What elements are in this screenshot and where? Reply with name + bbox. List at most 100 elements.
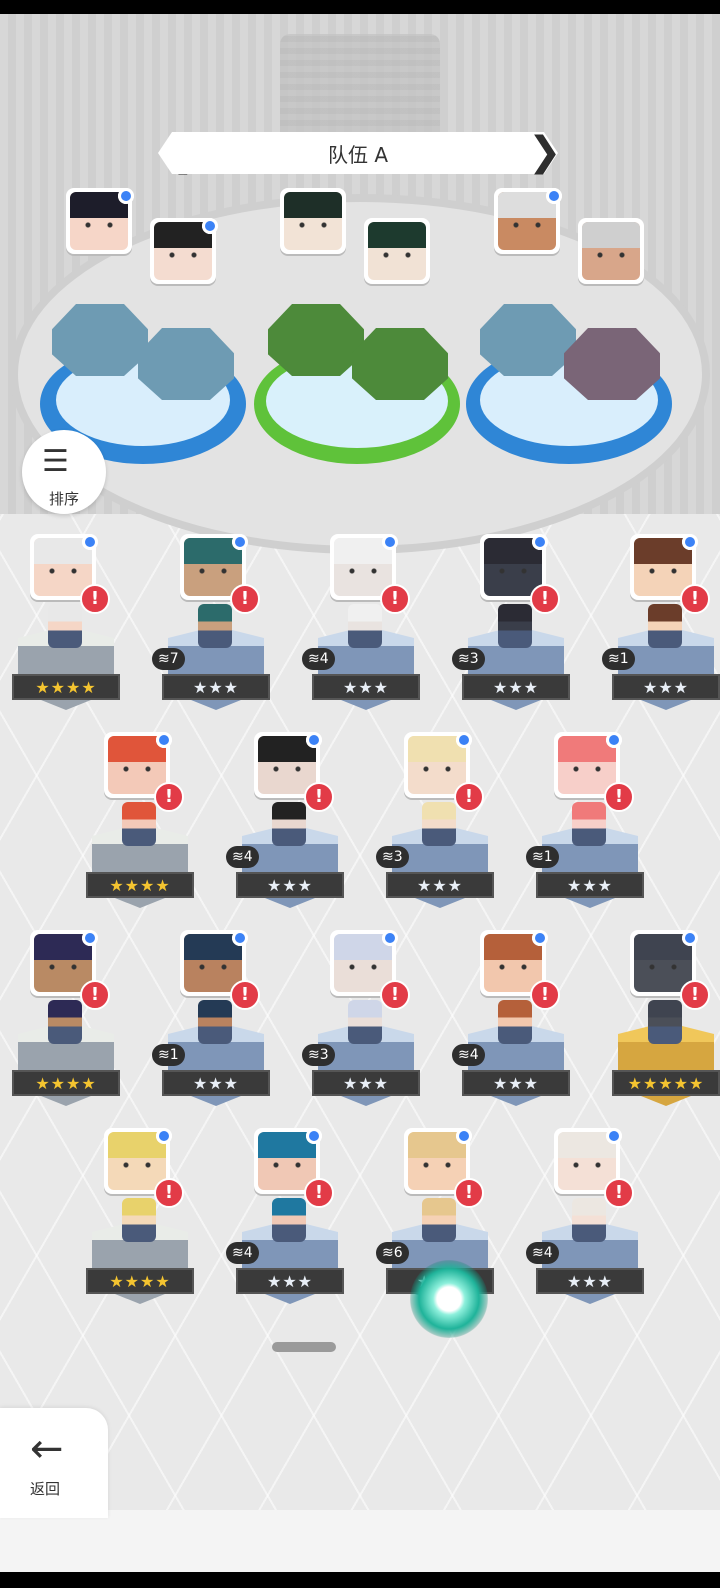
star-rating-text: ★★★ <box>266 1271 314 1291</box>
character-pedestal: ≋1 ★★★ <box>602 604 720 730</box>
roster-character[interactable]: ! ≋4 ★★★ <box>302 534 422 724</box>
character-pedestal: ≋4 ★★★ <box>226 1198 344 1324</box>
status-dot-icon <box>382 534 398 550</box>
star-rating-text: ★★★ <box>492 1073 540 1093</box>
duplicate-count-badge: ≋4 <box>452 1044 485 1066</box>
duplicate-count-badge: ≋7 <box>152 648 185 670</box>
roster-character[interactable]: ! ★★★★ <box>86 732 196 922</box>
character-portrait[interactable]: ! <box>30 930 110 1010</box>
star-rating: ★★★★ <box>86 872 194 898</box>
character-portrait[interactable]: ! <box>180 930 260 1010</box>
character-pedestal: ≋1 ★★★ <box>152 1000 270 1126</box>
character-portrait[interactable]: ! <box>330 930 410 1010</box>
team-member-portrait[interactable] <box>578 218 644 284</box>
star-rating-text: ★★★ <box>266 875 314 895</box>
character-portrait[interactable]: ! <box>254 1128 334 1208</box>
sort-icon: ☰ <box>42 444 69 479</box>
character-portrait[interactable]: ! <box>104 732 184 812</box>
star-rating: ★★★ <box>536 1268 644 1294</box>
star-rating-text: ★★★★★ <box>627 1073 705 1093</box>
duplicate-count-badge: ≋6 <box>376 1242 409 1264</box>
character-pedestal: ≋4 ★★★ <box>526 1198 644 1324</box>
roster-character[interactable]: ! ≋1 ★★★ <box>526 732 646 922</box>
roster-character[interactable]: ! ≋7 ★★★ <box>152 534 272 724</box>
team-member-portrait[interactable] <box>364 218 430 284</box>
character-portrait[interactable]: ! <box>404 732 484 812</box>
character-sprite <box>572 802 606 846</box>
character-portrait[interactable]: ! <box>330 534 410 614</box>
roster-character[interactable]: ! ★★★★★ <box>612 930 720 1120</box>
character-portrait[interactable]: ! <box>180 534 260 614</box>
game-screen: ❮ 队伍 A ❯ ☰ 排序 !★★★★!≋7★★★!≋4★★★!≋3★★★!≋1… <box>0 14 720 1572</box>
duplicate-count-badge: ≋3 <box>452 648 485 670</box>
character-sprite <box>348 1000 382 1044</box>
roster-character[interactable]: ! ≋4 ★★★ <box>452 930 572 1120</box>
team-member-portrait[interactable] <box>494 188 562 254</box>
duplicate-count-badge: ≋1 <box>152 1044 185 1066</box>
star-rating-text: ★★★★ <box>35 677 97 697</box>
next-team-arrow-icon[interactable]: ❯ <box>528 130 562 174</box>
status-dot-icon <box>232 534 248 550</box>
roster-character[interactable]: ! ≋3 ★★★ <box>376 732 496 922</box>
back-button[interactable]: ← 返回 <box>0 1408 108 1518</box>
star-rating: ★★★ <box>236 872 344 898</box>
character-sprite <box>648 1000 682 1044</box>
star-rating-text: ★★★★ <box>35 1073 97 1093</box>
character-pedestal: ★★★★ <box>86 802 194 928</box>
status-dot-icon <box>232 930 248 946</box>
sort-label: 排序 <box>48 490 79 508</box>
character-sprite <box>122 802 156 846</box>
team-member-portrait[interactable] <box>66 188 134 254</box>
star-rating: ★★★★ <box>12 674 120 700</box>
character-portrait[interactable]: ! <box>104 1128 184 1208</box>
star-rating: ★★★ <box>612 674 720 700</box>
roster-character[interactable]: ! ≋3 ★★★ <box>452 534 572 724</box>
character-pedestal: ★★★★ <box>12 604 120 730</box>
scroll-handle[interactable] <box>272 1342 336 1352</box>
back-arrow-icon: ← <box>30 1426 64 1472</box>
roster-character[interactable]: ! ≋4 ★★★ <box>526 1128 646 1318</box>
character-pedestal: ≋7 ★★★ <box>152 604 270 730</box>
roster-character[interactable]: ! ★★★★ <box>12 534 122 724</box>
team-banner: 队伍 A <box>158 132 558 174</box>
character-portrait[interactable]: ! <box>30 534 110 614</box>
team-tile <box>352 328 448 400</box>
status-dot-icon <box>82 534 98 550</box>
status-dot-icon <box>456 1128 472 1144</box>
character-pedestal: ≋4 ★★★ <box>226 802 344 928</box>
duplicate-count-badge: ≋1 <box>526 846 559 868</box>
character-portrait[interactable]: ! <box>404 1128 484 1208</box>
status-dot-icon <box>532 534 548 550</box>
character-portrait[interactable]: ! <box>480 930 560 1010</box>
roster-character[interactable]: ! ≋3 ★★★ <box>302 930 422 1120</box>
sort-button[interactable]: ☰ 排序 <box>22 430 106 514</box>
duplicate-count-badge: ≋3 <box>302 1044 335 1066</box>
status-dot-icon <box>682 930 698 946</box>
character-portrait[interactable]: ! <box>554 1128 634 1208</box>
character-portrait[interactable]: ! <box>480 534 560 614</box>
star-rating: ★★★ <box>236 1268 344 1294</box>
character-portrait[interactable]: ! <box>630 534 710 614</box>
roster-character[interactable]: ! ≋4 ★★★ <box>226 1128 346 1318</box>
duplicate-count-badge: ≋1 <box>602 648 635 670</box>
character-portrait[interactable]: ! <box>630 930 710 1010</box>
team-member-portrait[interactable] <box>150 218 218 284</box>
roster-character[interactable]: ! ★★★★ <box>12 930 122 1120</box>
roster-character[interactable]: ! ≋1 ★★★ <box>602 534 720 724</box>
back-label: 返回 <box>29 1480 60 1498</box>
duplicate-count-badge: ≋3 <box>376 846 409 868</box>
status-dot-icon <box>532 930 548 946</box>
roster-character[interactable]: ! ★★★★ <box>86 1128 196 1318</box>
roster-character[interactable]: ! ≋4 ★★★ <box>226 732 346 922</box>
status-dot-icon <box>606 732 622 748</box>
character-portrait[interactable]: ! <box>554 732 634 812</box>
roster-character[interactable]: ! ≋1 ★★★ <box>152 930 272 1120</box>
duplicate-count-badge: ≋4 <box>226 846 259 868</box>
character-pedestal: ≋3 ★★★ <box>302 1000 420 1126</box>
team-tile <box>52 304 148 376</box>
status-dot-icon <box>606 1128 622 1144</box>
status-dot-icon <box>682 534 698 550</box>
team-member-portrait[interactable] <box>280 188 346 254</box>
character-portrait[interactable]: ! <box>254 732 334 812</box>
character-sprite <box>498 1000 532 1044</box>
